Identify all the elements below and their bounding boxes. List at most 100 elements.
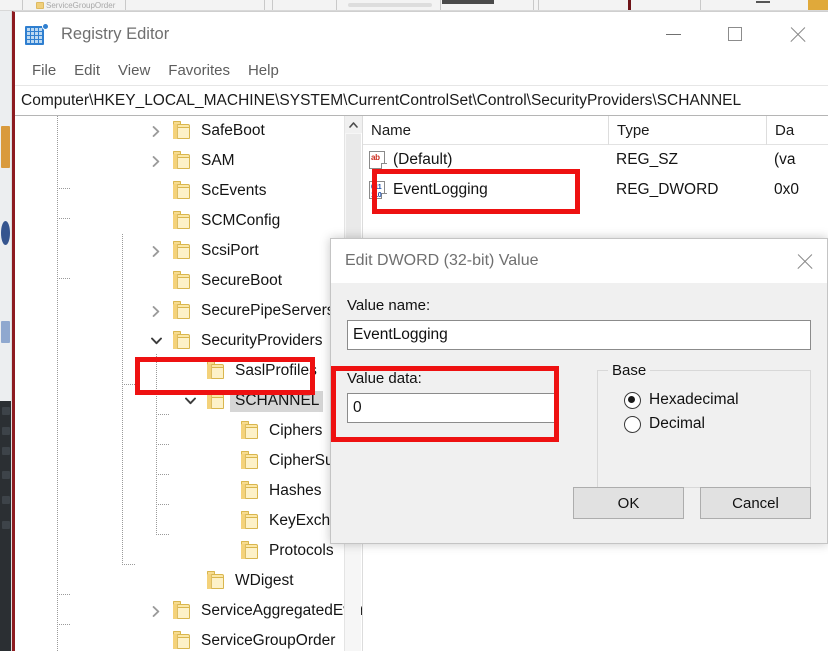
radio-hexadecimal-icon: [624, 391, 641, 409]
dialog-close-button[interactable]: [781, 239, 827, 283]
value-data-section: Value data: 0: [347, 370, 575, 488]
tree-item-saslprofiles[interactable]: SaslProfiles: [15, 356, 362, 386]
radio-hexadecimal-label: Hexadecimal: [649, 391, 739, 408]
registry-tree-pane[interactable]: SafeBoot SAM ScEvents SCMConfig ScsiPort Secu…: [15, 116, 363, 651]
tree-item-wdigest[interactable]: WDigest: [15, 566, 362, 596]
folder-icon: [173, 120, 190, 139]
folder-icon: [173, 270, 190, 289]
registry-path: Computer\HKEY_LOCAL_MACHINE\SYSTEM\Curre…: [21, 91, 742, 109]
close-icon: [796, 253, 813, 270]
maximize-icon: [728, 27, 742, 41]
maximize-button[interactable]: [704, 12, 766, 56]
background-window-strip: ServiceGroupOrder: [0, 0, 828, 11]
folder-icon: [173, 300, 190, 319]
window-controls: [642, 12, 828, 56]
chevron-right-icon[interactable]: [148, 603, 164, 619]
menu-item-help[interactable]: Help: [239, 60, 288, 81]
tree-item-label: SecurePipeServers: [201, 301, 335, 319]
close-button[interactable]: [766, 12, 828, 56]
folder-icon: [241, 540, 258, 559]
tree-item-label: Ciphers: [269, 421, 323, 439]
tree-item-scsiport[interactable]: ScsiPort: [15, 236, 362, 266]
column-header-data[interactable]: Da: [766, 116, 828, 145]
folder-icon: [207, 390, 224, 409]
column-header-type[interactable]: Type: [608, 116, 766, 145]
menu-item-file[interactable]: File: [23, 60, 65, 81]
folder-icon: [241, 480, 258, 499]
tree-item-label: ScEvents: [201, 181, 267, 199]
value-name-cell: ab (Default): [363, 145, 608, 175]
value-data-input[interactable]: 0: [347, 393, 559, 423]
desktop-left-sliver: [0, 11, 12, 651]
radio-hexadecimal[interactable]: Hexadecimal: [624, 391, 798, 409]
column-header-name[interactable]: Name: [363, 116, 608, 145]
tree-item-label: ServiceAggregatedEvents: [201, 601, 363, 619]
screen: ServiceGroupOrder Registry Editor File E…: [0, 0, 828, 651]
table-row[interactable]: 011 110 EventLogging REG_DWORD 0x0: [363, 175, 828, 205]
tree-item-label: Protocols: [269, 541, 334, 559]
tree-item-secureboot[interactable]: SecureBoot: [15, 266, 362, 296]
chevron-down-icon[interactable]: [182, 393, 198, 409]
chevron-right-icon[interactable]: [148, 243, 164, 259]
value-name-text: (Default): [393, 151, 453, 168]
dialog-title: Edit DWORD (32-bit) Value: [345, 252, 539, 269]
folder-icon: [173, 210, 190, 229]
tree-item-protocols[interactable]: Protocols: [15, 536, 362, 566]
values-column-header: Name Type Da: [363, 116, 828, 145]
value-name-cell: 011 110 EventLogging: [363, 175, 608, 205]
tree-item-servicegrouporder[interactable]: ServiceGroupOrder: [15, 626, 362, 651]
edit-dword-dialog: Edit DWORD (32-bit) Value Value name: Ev…: [330, 238, 828, 544]
tree-item-securityproviders[interactable]: SecurityProviders: [15, 326, 362, 356]
value-data-cell: (va: [774, 151, 796, 168]
address-bar[interactable]: Computer\HKEY_LOCAL_MACHINE\SYSTEM\Curre…: [15, 86, 828, 116]
window-title: Registry Editor: [61, 24, 170, 43]
tree-item-keyexchangealgorithms[interactable]: KeyExchangeAlgorithms: [15, 506, 362, 536]
tree-item-securepipeservers[interactable]: SecurePipeServers: [15, 296, 362, 326]
tree-item-label: SaslProfiles: [235, 361, 317, 379]
taskbar-sliver: [0, 401, 11, 651]
table-row[interactable]: ab (Default) REG_SZ (va: [363, 145, 828, 175]
title-bar: Registry Editor: [15, 12, 828, 56]
scroll-up-icon[interactable]: [345, 116, 362, 133]
folder-icon: [173, 600, 190, 619]
menu-bar: File Edit View Favorites Help: [15, 56, 828, 86]
ok-button[interactable]: OK: [573, 487, 684, 519]
value-name-label: Value name:: [347, 297, 431, 314]
tree-item-scmconfig[interactable]: SCMConfig: [15, 206, 362, 236]
base-group-legend: Base: [608, 362, 651, 379]
value-data-label: Value data:: [347, 370, 422, 387]
tree-item-label: SafeBoot: [201, 121, 265, 139]
folder-icon: [207, 360, 224, 379]
tree-item-schannel[interactable]: SCHANNEL: [15, 386, 362, 416]
tree-item-label: ScsiPort: [201, 241, 259, 259]
dialog-row-data-base: Value data: 0 Base Hexadecimal Decimal: [347, 362, 811, 488]
tree-item-serviceaggregatedevents[interactable]: ServiceAggregatedEvents: [15, 596, 363, 626]
chevron-down-icon[interactable]: [148, 333, 164, 349]
value-data-cell: 0x0: [774, 181, 799, 198]
tree-item-label: WDigest: [235, 571, 294, 589]
radio-decimal-icon: [624, 415, 641, 433]
value-type-cell: REG_SZ: [616, 151, 679, 168]
tree-item-safeboot[interactable]: SafeBoot: [15, 116, 362, 146]
chevron-right-icon[interactable]: [148, 123, 164, 139]
tree-item-ciphers[interactable]: Ciphers: [15, 416, 362, 446]
registry-editor-icon: [25, 23, 49, 45]
tree-item-ciphersuites[interactable]: CipherSuites: [15, 446, 362, 476]
folder-icon: [173, 180, 190, 199]
value-name-input[interactable]: EventLogging: [347, 320, 811, 350]
tree-item-scevents[interactable]: ScEvents: [15, 176, 362, 206]
minimize-icon: [665, 33, 681, 35]
chevron-right-icon[interactable]: [148, 153, 164, 169]
minimize-button[interactable]: [642, 12, 704, 56]
value-name-text: EventLogging: [393, 181, 488, 198]
tree-item-sam[interactable]: SAM: [15, 146, 362, 176]
reg-sz-icon: ab: [369, 151, 387, 169]
cancel-button[interactable]: Cancel: [700, 487, 811, 519]
radio-decimal[interactable]: Decimal: [624, 415, 798, 433]
tree-item-hashes[interactable]: Hashes: [15, 476, 362, 506]
close-icon: [789, 26, 806, 43]
menu-item-favorites[interactable]: Favorites: [159, 60, 239, 81]
menu-item-view[interactable]: View: [109, 60, 159, 81]
chevron-right-icon[interactable]: [148, 303, 164, 319]
menu-item-edit[interactable]: Edit: [65, 60, 109, 81]
